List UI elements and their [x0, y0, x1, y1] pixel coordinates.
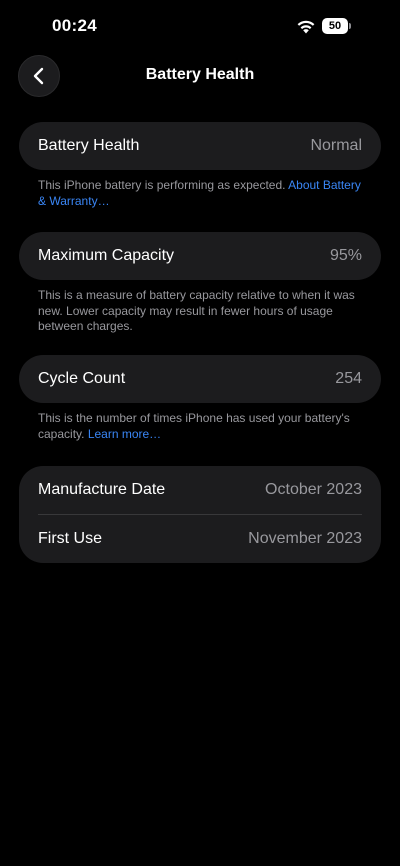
- battery-health-card: Battery Health Normal: [19, 122, 381, 170]
- manufacture-date-value: October 2023: [265, 481, 362, 498]
- battery-level: 50: [322, 18, 348, 34]
- manufacture-date-row: Manufacture Date October 2023: [19, 466, 381, 514]
- maximum-capacity-footnote: This is a measure of battery capacity re…: [38, 288, 355, 333]
- battery-icon: 50: [322, 18, 352, 34]
- battery-health-footnote-text: This iPhone battery is performing as exp…: [38, 178, 289, 192]
- first-use-row: First Use November 2023: [19, 515, 381, 563]
- battery-health-label: Battery Health: [38, 137, 140, 154]
- maximum-capacity-card: Maximum Capacity 95%: [19, 232, 381, 280]
- cycle-count-footnote-text: This is the number of times iPhone has u…: [38, 411, 350, 441]
- first-use-label: First Use: [38, 530, 102, 547]
- page-title: Battery Health: [145, 66, 255, 83]
- battery-health-value: Normal: [310, 137, 362, 154]
- maximum-capacity-row: Maximum Capacity 95%: [19, 232, 381, 280]
- wifi-icon: [296, 18, 316, 34]
- manufacture-date-label: Manufacture Date: [38, 481, 166, 498]
- dates-card: Manufacture Date October 2023 First Use …: [19, 466, 381, 563]
- status-time: 00:24: [52, 16, 97, 35]
- battery-health-footnote: This iPhone battery is performing as exp…: [38, 178, 364, 209]
- cycle-count-label: Cycle Count: [38, 370, 126, 387]
- cycle-count-footnote: This is the number of times iPhone has u…: [38, 411, 364, 442]
- status-bar: 00:24 50: [0, 0, 400, 52]
- cycle-count-value: 254: [335, 370, 362, 387]
- battery-tip: [349, 23, 351, 29]
- cycle-count-row: Cycle Count 254: [19, 355, 381, 403]
- learn-more-link[interactable]: Learn more…: [88, 427, 161, 441]
- battery-health-screen: 00:24 50 Battery Health Battery Health N…: [0, 0, 400, 866]
- cycle-count-card: Cycle Count 254: [19, 355, 381, 403]
- first-use-value: November 2023: [248, 530, 362, 547]
- navigation-bar: Battery Health: [0, 55, 400, 97]
- maximum-capacity-label: Maximum Capacity: [38, 247, 175, 264]
- maximum-capacity-value: 95%: [329, 247, 362, 264]
- battery-health-row: Battery Health Normal: [19, 122, 381, 170]
